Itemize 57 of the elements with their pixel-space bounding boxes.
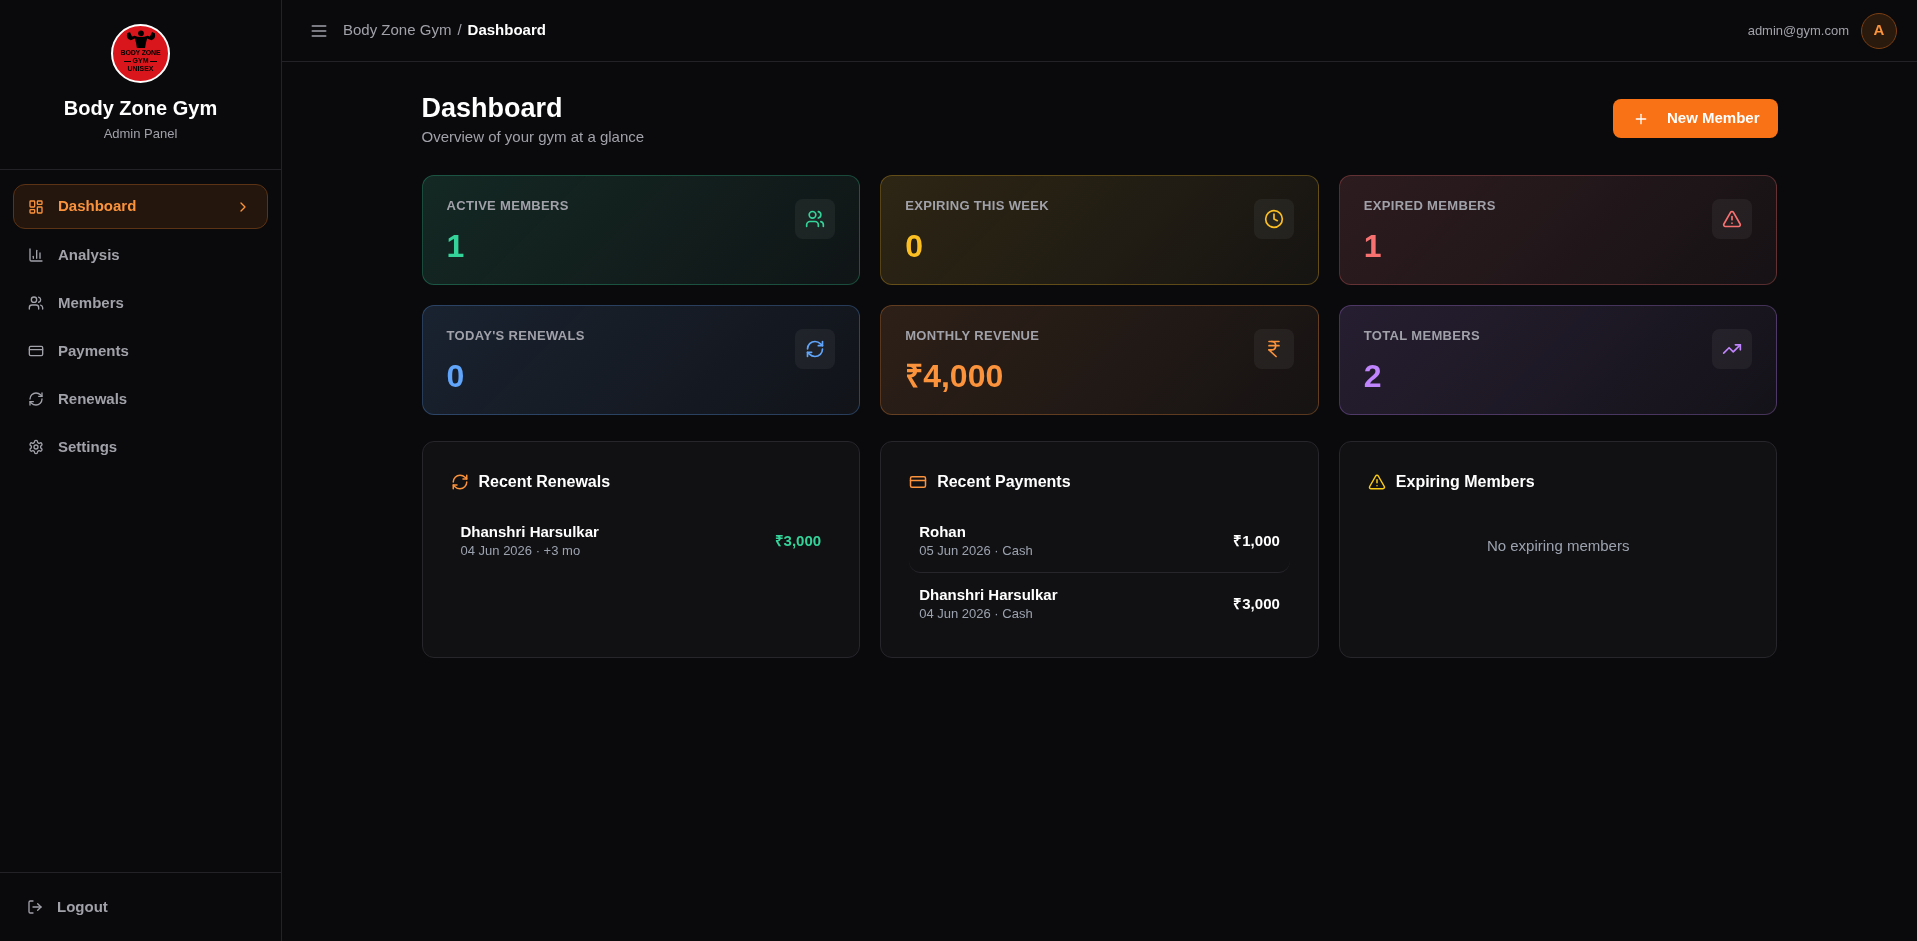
credit-card-icon <box>909 473 928 491</box>
settings-icon <box>28 439 44 455</box>
amount: ₹1,000 <box>1233 530 1280 551</box>
sidebar-title: Body Zone Gym <box>63 96 218 121</box>
clock-icon <box>1253 199 1294 239</box>
sidebar-nav-item[interactable]: Renewals <box>13 377 268 421</box>
stat-label: EXPIRING THIS WEEK <box>905 198 1049 214</box>
warning-icon <box>1367 473 1386 491</box>
page-title: Dashboard <box>421 94 564 122</box>
amount: ₹3,000 <box>1233 593 1280 614</box>
card-title: Recent Payments <box>937 472 1071 492</box>
sidebar-nav-item[interactable]: Members <box>13 281 268 325</box>
sidebar-nav-item[interactable]: Dashboard <box>13 184 268 229</box>
sidebar-nav-item[interactable]: Settings <box>13 425 268 469</box>
stat-value: 1 <box>1363 227 1382 266</box>
user-avatar[interactable]: A <box>1861 12 1897 49</box>
row-detail: 05 Jun 2026 · Cash <box>919 542 1033 560</box>
stat-label: TODAY'S RENEWALS <box>446 328 585 344</box>
breadcrumb-link[interactable]: Body Zone Gym <box>343 19 452 42</box>
stat-value: 2 <box>1363 357 1382 396</box>
card-title: Recent Renewals <box>478 472 611 492</box>
stat-value: 0 <box>446 357 465 396</box>
rupee-icon <box>1253 329 1294 369</box>
stat-label: TOTAL MEMBERS <box>1363 328 1480 344</box>
page-subtitle: Overview of your gym at a glance <box>421 127 645 147</box>
stat-label: MONTHLY REVENUE <box>905 328 1040 344</box>
bar-chart-icon <box>28 247 44 263</box>
logout-icon <box>27 899 43 915</box>
user-email: admin@gym.com <box>1747 21 1849 40</box>
stat-label: EXPIRED MEMBERS <box>1363 198 1496 214</box>
users-icon <box>28 295 44 311</box>
refresh-icon <box>795 329 836 369</box>
member-name: Dhanshri Harsulkar <box>919 585 1058 605</box>
users-icon <box>795 199 836 239</box>
stat-value: 0 <box>905 227 923 266</box>
member-name: Dhanshri Harsulkar <box>460 522 599 542</box>
warning-icon <box>1712 199 1753 239</box>
trending-up-icon <box>1712 329 1753 369</box>
row-detail: 04 Jun 2026 · Cash <box>919 605 1033 623</box>
card-title: Expiring Members <box>1395 472 1535 492</box>
breadcrumb-current: Dashboard <box>467 20 546 41</box>
refresh-icon <box>450 473 469 491</box>
row-detail: 04 Jun 2026 · +3 mo <box>460 542 581 560</box>
empty-message: No expiring members <box>1486 536 1630 556</box>
stat-value: 1 <box>446 227 465 266</box>
credit-card-icon <box>28 343 44 359</box>
logout-button[interactable]: Logout <box>13 885 268 929</box>
amount: ₹3,000 <box>774 530 822 551</box>
stat-label: ACTIVE MEMBERS <box>446 198 569 214</box>
stat-value: ₹4,000 <box>905 357 1004 396</box>
grid-icon <box>28 198 44 215</box>
member-name: Rohan <box>919 522 966 542</box>
breadcrumb-separator: / <box>457 20 462 41</box>
sidebar-subtitle: Admin Panel <box>103 125 178 143</box>
sidebar-nav-item[interactable]: Analysis <box>13 233 268 277</box>
refresh-icon <box>28 391 44 407</box>
sidebar-nav-item[interactable]: Payments <box>13 329 268 373</box>
